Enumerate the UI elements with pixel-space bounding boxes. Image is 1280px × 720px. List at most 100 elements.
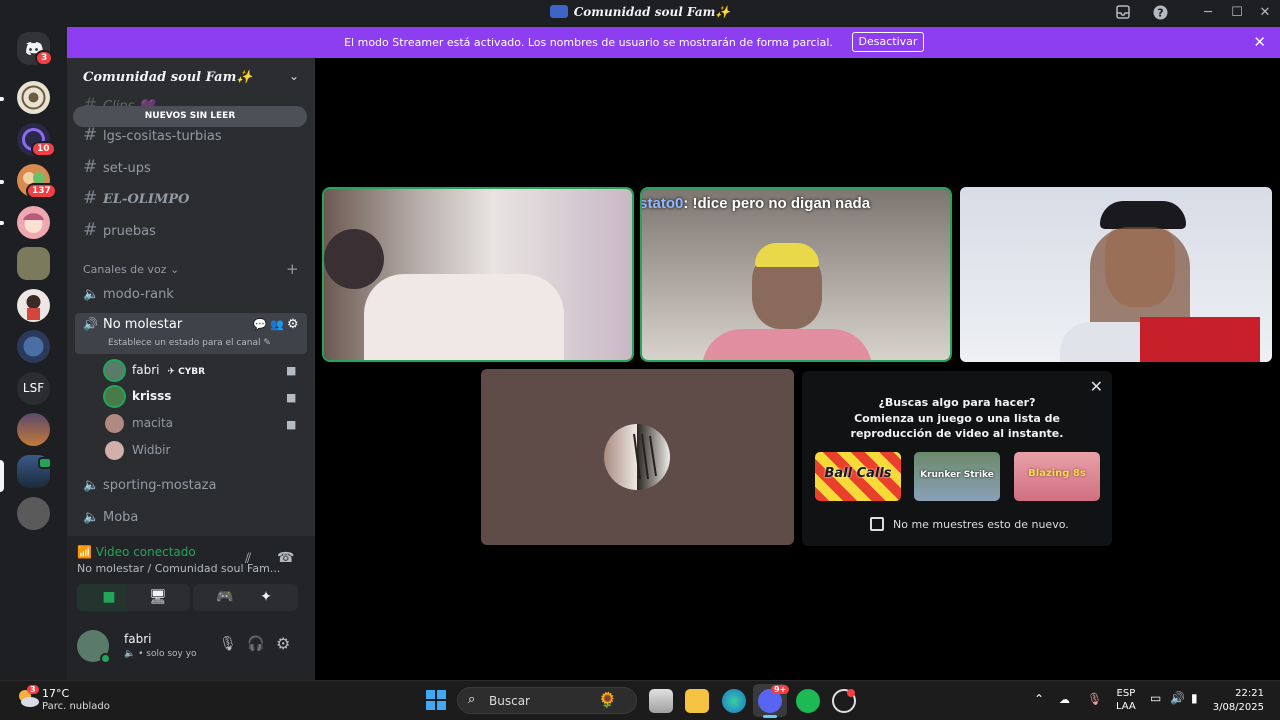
title-bar: Comunidad soul Fam✨ ? ─ ☐ ✕ <box>0 0 1280 27</box>
chevron-down-icon[interactable]: ⌄ <box>289 69 299 83</box>
server-icon[interactable] <box>17 247 50 280</box>
text-channel[interactable]: # EL-OLIMPO <box>83 187 189 209</box>
promo-title: ¿Buscas algo para hacer? <box>878 396 1036 409</box>
online-status-icon <box>100 653 111 664</box>
dont-show-checkbox[interactable] <box>870 517 884 531</box>
user-settings-icon[interactable]: ⚙ <box>276 634 290 653</box>
connection-location[interactable]: No molestar / Comunidad soul Fam... <box>77 562 287 575</box>
avatar <box>105 414 124 433</box>
activity-icon <box>38 457 52 469</box>
minimize-icon[interactable]: ─ <box>1199 5 1217 21</box>
hash-icon: # <box>83 220 98 240</box>
active-voice-channel[interactable]: 🔊 No molestar Establece un estado para el… <box>75 313 307 354</box>
deactivate-button[interactable]: Desactivar <box>852 32 924 52</box>
game-tile[interactable]: Blazing 8s <box>1014 452 1100 501</box>
voice-member[interactable]: Widbir <box>105 439 170 461</box>
server-icon[interactable] <box>17 413 50 446</box>
gear-icon[interactable]: ⚙ <box>287 317 299 332</box>
camera-icon: ■ <box>286 391 297 404</box>
headphones-icon[interactable]: 🎧 <box>247 636 264 652</box>
server-icon[interactable] <box>17 81 50 114</box>
soundboard-button[interactable]: ✦ <box>234 584 298 611</box>
voice-member[interactable]: fabri ✈ CYBR <box>105 359 205 381</box>
voice-channel[interactable]: 🔈 Moba <box>83 507 138 529</box>
window-title: Comunidad soul Fam✨ <box>0 5 1280 19</box>
user-panel: fabri 🔈 • solo soy yo 🎙 🎧 ⚙ <box>67 624 315 680</box>
close-icon[interactable]: ✕ <box>1090 377 1103 396</box>
onedrive-icon[interactable]: ☁ <box>1059 693 1070 706</box>
clock[interactable]: 22:21 3/08/2025 <box>1213 687 1264 715</box>
server-icon[interactable] <box>17 289 50 322</box>
microphone-icon[interactable]: 🎙 <box>1087 692 1102 706</box>
search-placeholder: Buscar <box>489 694 530 708</box>
server-icon-lsf[interactable]: LSF <box>17 372 50 405</box>
voice-channel[interactable]: 🔈 modo-rank <box>83 284 174 306</box>
activity-promo-card: ✕ ¿Buscas algo para hacer? Comienza un j… <box>802 371 1112 546</box>
video-tile[interactable] <box>960 187 1272 362</box>
game-tile[interactable]: Ball Calls <box>815 452 901 501</box>
notification-badge: 10 <box>31 141 56 157</box>
notification-badge: 3 <box>35 50 54 66</box>
notification-badge: 137 <box>26 183 57 199</box>
camera-icon: ■ <box>286 418 297 431</box>
screen-share-button[interactable]: 🖥 <box>126 584 190 611</box>
help-icon[interactable]: ? <box>1151 5 1169 21</box>
selected-server-pill <box>0 460 4 492</box>
unread-pill <box>0 180 4 184</box>
volume-icon[interactable]: 🔊 <box>1170 691 1185 705</box>
task-view-icon[interactable] <box>649 689 673 713</box>
avatar <box>105 361 124 380</box>
edge-icon[interactable] <box>722 689 746 713</box>
windows-start-icon[interactable] <box>425 689 449 713</box>
chat-icon[interactable]: 💬 <box>253 318 267 331</box>
invite-icon[interactable]: 👥 <box>270 318 284 331</box>
voice-channel[interactable]: 🔈 sporting-mostaza <box>83 475 216 497</box>
weather-badge: 3 <box>27 685 39 694</box>
video-stage: istato0: !dice pero no digan nada ✕ ¿Bus… <box>315 58 1280 680</box>
server-icon[interactable] <box>17 330 50 363</box>
close-banner-icon[interactable]: ✕ <box>1253 33 1266 51</box>
disconnect-icon[interactable]: ☎ <box>277 550 294 566</box>
network-icon[interactable]: ▭ <box>1150 691 1161 705</box>
unread-pill <box>0 97 4 101</box>
spotify-icon[interactable] <box>796 689 820 713</box>
guild-name[interactable]: Comunidad soul Fam✨ <box>83 70 253 85</box>
video-tile[interactable]: istato0: !dice pero no digan nada <box>642 189 950 360</box>
noise-suppression-icon[interactable]: ⫽ <box>245 551 251 567</box>
user-status: 🔈 • solo soy yo <box>124 649 197 659</box>
microphone-icon[interactable]: 🎙 <box>219 636 237 652</box>
streamer-mode-banner: El modo Streamer está activado. Los nomb… <box>67 27 1280 58</box>
search-icon: ⌕ <box>468 692 476 707</box>
chevron-up-icon[interactable]: ⌃ <box>1034 692 1044 706</box>
server-icon[interactable] <box>17 206 50 239</box>
text-channel[interactable]: # set-ups <box>83 156 151 178</box>
voice-member[interactable]: macita <box>105 412 173 434</box>
battery-icon[interactable]: ▮ <box>1191 691 1198 705</box>
promo-body: Comienza un juego o una lista de reprodu… <box>850 412 1064 440</box>
add-channel-icon[interactable]: + <box>286 260 299 278</box>
video-tile-camera-off[interactable] <box>481 369 794 545</box>
voice-member[interactable]: krisss <box>105 385 171 407</box>
active-channel-name: 🔊 No molestar <box>83 317 183 332</box>
channel-status-prompt[interactable]: Establece un estado para el canal ✎ <box>108 338 271 348</box>
game-tile[interactable]: Krunker Strike <box>914 452 1000 501</box>
file-explorer-icon[interactable] <box>685 689 709 713</box>
language-indicator[interactable]: ESP LAA <box>1116 687 1136 713</box>
weather-description[interactable]: Parc. nublado <box>42 701 110 712</box>
connection-status: 📶 Video conectado <box>77 545 196 559</box>
sunflower-icon: 🌻 <box>598 691 617 709</box>
search-box[interactable]: ⌕ Buscar 🌻 <box>457 687 637 714</box>
server-logo-icon <box>549 5 568 18</box>
close-window-icon[interactable]: ✕ <box>1256 5 1274 21</box>
checkbox-label[interactable]: No me muestres esto de nuevo. <box>893 518 1069 531</box>
avatar <box>105 441 124 460</box>
active-indicator <box>763 715 777 718</box>
maximize-icon[interactable]: ☐ <box>1228 5 1246 21</box>
text-channel[interactable]: # pruebas <box>83 219 156 241</box>
server-icon[interactable] <box>17 497 50 530</box>
video-tile[interactable] <box>324 189 632 360</box>
voice-category[interactable]: Canales de voz ⌄ <box>83 263 179 276</box>
inbox-icon[interactable] <box>1114 5 1132 21</box>
weather-temp[interactable]: 17°C <box>42 687 69 700</box>
text-channel[interactable]: # lgs-cositas-turbias <box>83 124 222 146</box>
